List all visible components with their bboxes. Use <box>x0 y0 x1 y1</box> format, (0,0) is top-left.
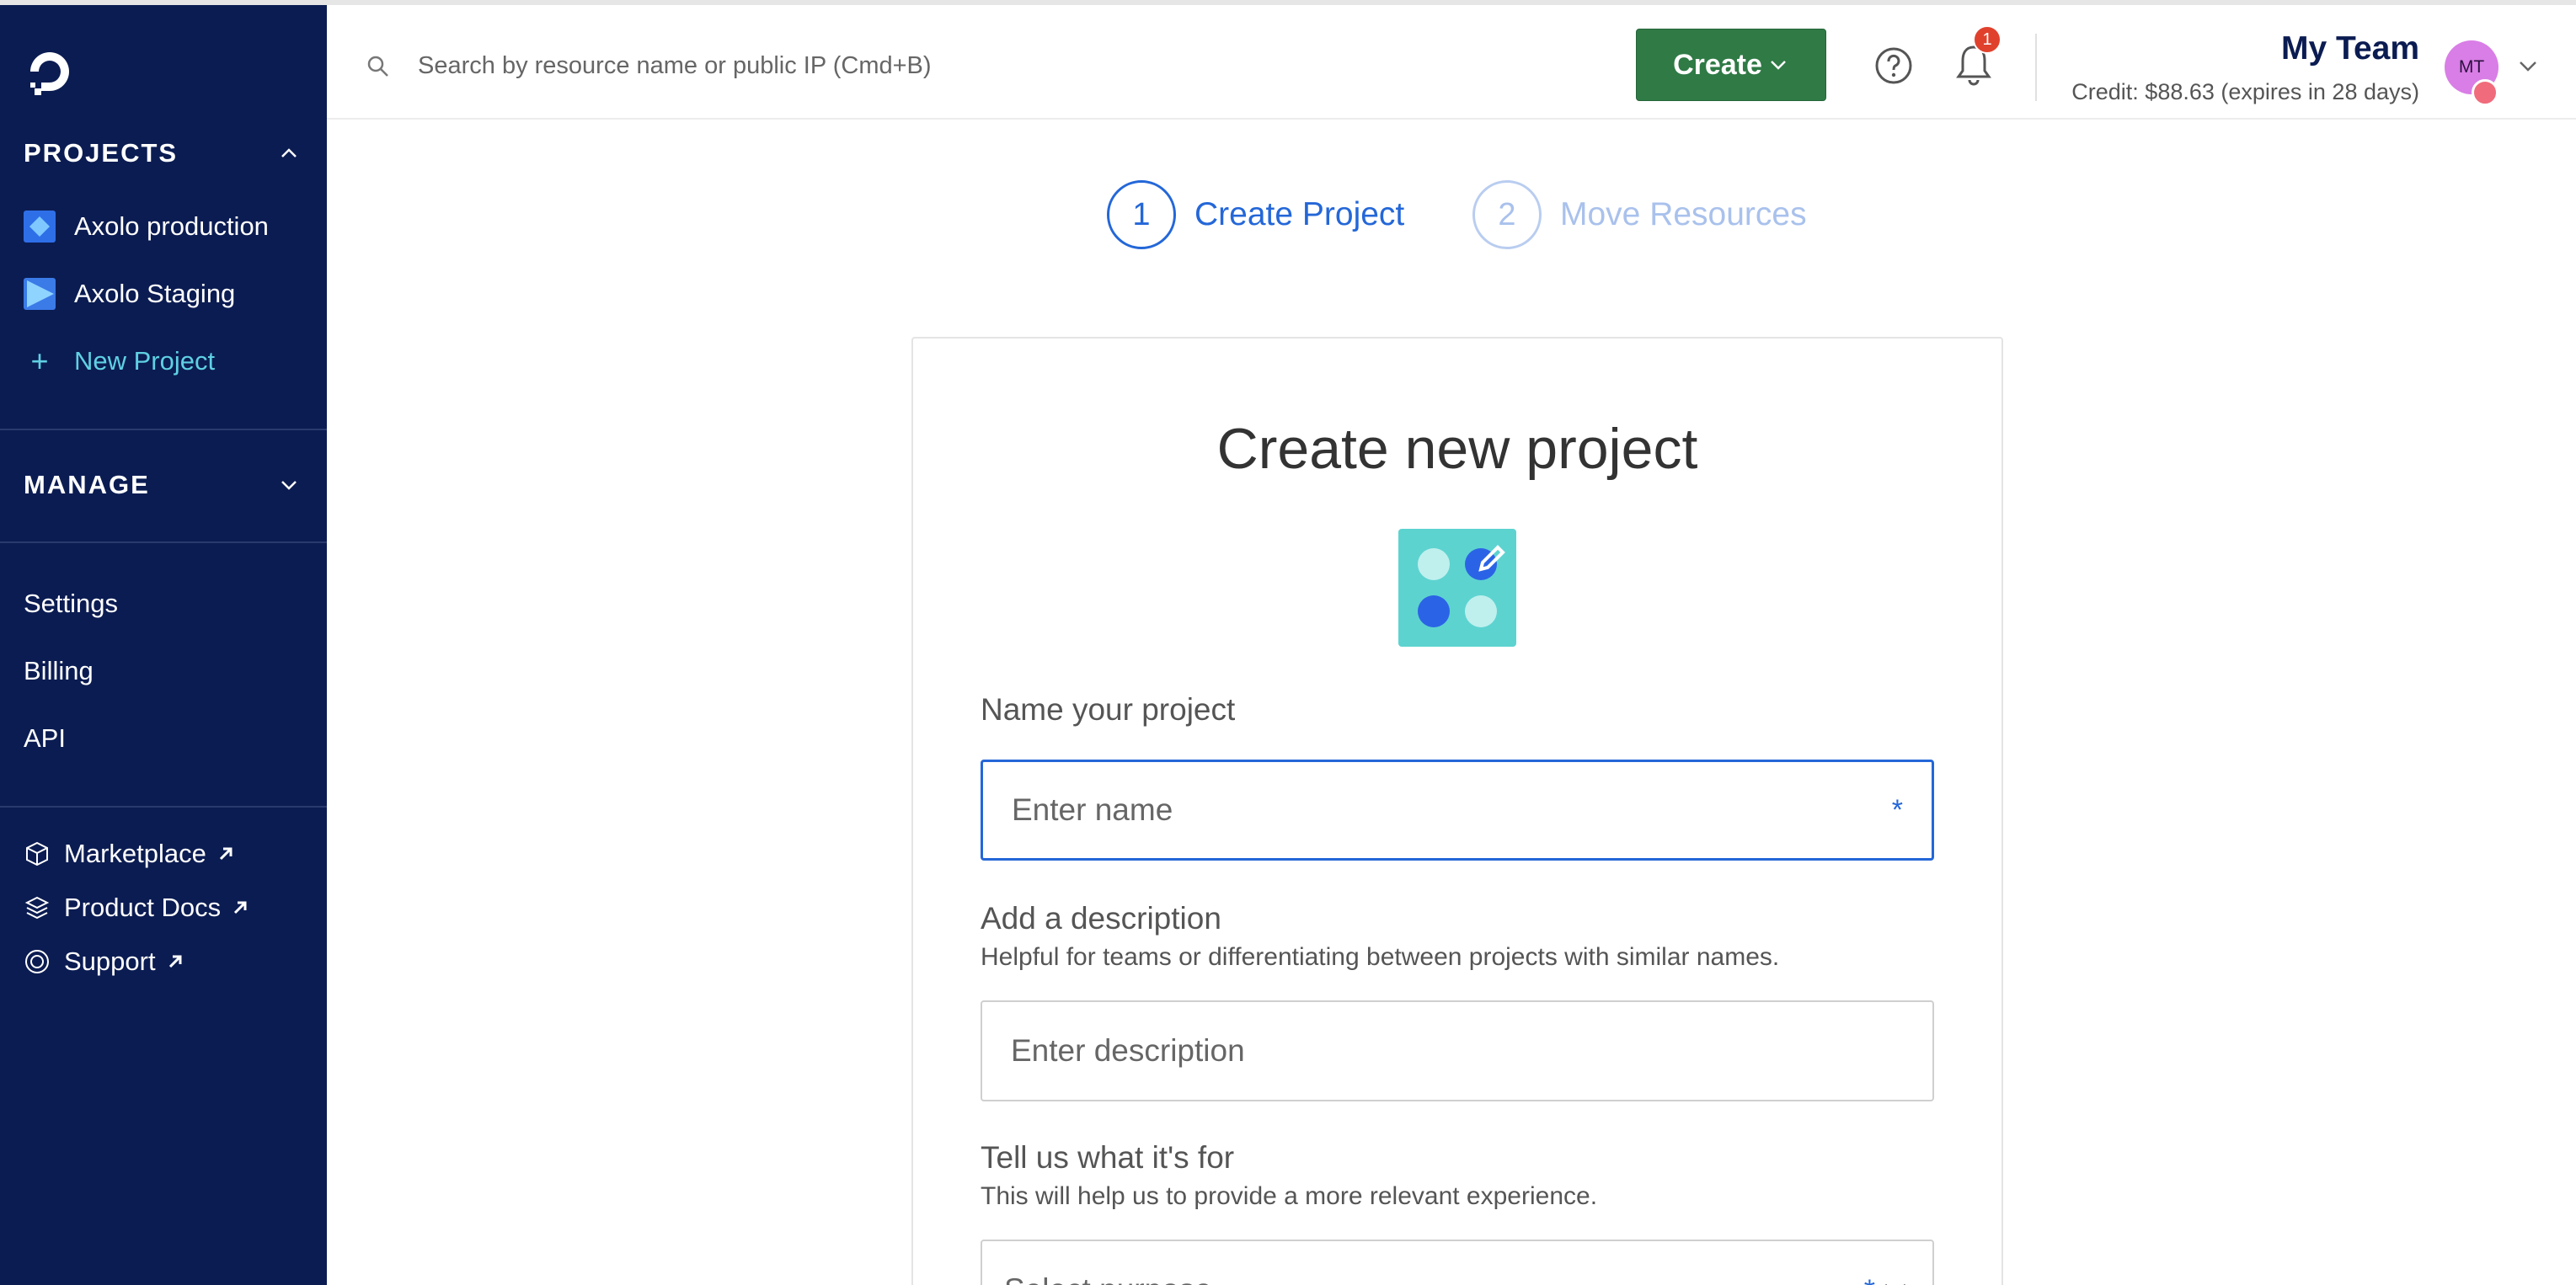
required-asterisk: * <box>1891 793 1903 826</box>
support-label: Support <box>64 946 156 976</box>
external-link-arrow-icon <box>219 847 232 861</box>
name-input[interactable] <box>1012 792 1885 828</box>
sidebar-project-axolo-production[interactable]: Axolo production <box>24 203 269 250</box>
sidebar-item-marketplace[interactable]: Marketplace <box>24 839 235 869</box>
digitalocean-logo-icon[interactable] <box>24 45 76 98</box>
new-project-label: New Project <box>74 346 216 376</box>
credit-info: Credit: $88.63 (expires in 28 days) <box>2071 79 2419 104</box>
plus-icon: + <box>30 344 49 378</box>
notification-badge: 1 <box>1973 25 2001 54</box>
marketplace-label: Marketplace <box>64 839 206 868</box>
triangle-icon <box>24 278 56 310</box>
sidebar-project-axolo-staging[interactable]: Axolo Staging <box>24 270 235 317</box>
product-docs-label: Product Docs <box>64 893 222 922</box>
description-input[interactable] <box>1011 1033 1904 1069</box>
chevron-down-icon <box>1885 1283 1905 1285</box>
chevron-down-icon <box>281 481 297 490</box>
projects-section-toggle[interactable]: PROJECTS <box>24 132 310 174</box>
sidebar-divider <box>0 806 327 808</box>
description-label: Add a description <box>981 901 1221 936</box>
create-button[interactable]: Create <box>1636 29 1826 101</box>
app-window: PROJECTS Axolo production Axolo Staging … <box>0 0 2576 1285</box>
projects-heading: PROJECTS <box>24 138 179 168</box>
cube-icon <box>26 841 48 866</box>
name-field[interactable]: * <box>981 760 1934 861</box>
sidebar-project-label: Axolo production <box>74 211 269 241</box>
new-project-link[interactable]: + New Project <box>24 338 215 385</box>
diamond-icon <box>24 211 56 243</box>
manage-section-toggle[interactable]: MANAGE <box>24 464 310 506</box>
manage-heading: MANAGE <box>24 470 150 499</box>
description-field[interactable] <box>981 1000 1934 1101</box>
step-label: Create Project <box>1194 196 1405 232</box>
purpose-label: Tell us what it's for <box>981 1140 1235 1175</box>
help-icon[interactable] <box>1873 45 1914 86</box>
search-icon <box>367 56 388 77</box>
step-number: 1 <box>1107 180 1176 249</box>
project-edit-icon <box>1398 529 1516 647</box>
layers-icon <box>24 896 50 920</box>
step-create-project: 1 Create Project <box>1107 179 1404 251</box>
chevron-down-icon <box>1771 61 1786 70</box>
team-name[interactable]: My Team <box>2281 30 2419 67</box>
sidebar-divider <box>0 429 327 430</box>
purpose-select-value: Select purpose <box>1004 1272 1857 1285</box>
lifebuoy-icon <box>25 950 49 973</box>
sidebar-item-api[interactable]: API <box>24 723 66 754</box>
search-input[interactable] <box>418 40 1344 91</box>
external-link-arrow-icon <box>234 901 247 914</box>
step-move-resources: 2 Move Resources <box>1472 179 1807 251</box>
required-asterisk: * <box>1864 1274 1875 1285</box>
step-number: 2 <box>1472 180 1542 249</box>
chevron-up-icon <box>281 148 297 157</box>
chevron-down-icon[interactable] <box>2515 54 2541 79</box>
avatar-status-dot <box>2472 79 2499 106</box>
sidebar-item-settings[interactable]: Settings <box>24 589 118 619</box>
external-link-arrow-icon <box>168 955 182 968</box>
create-project-card: Create new project Name your project * A… <box>911 337 2003 1285</box>
name-label: Name your project <box>981 692 1236 727</box>
purpose-select[interactable]: Select purpose * <box>981 1240 1934 1285</box>
step-label: Move Resources <box>1560 196 1807 232</box>
sidebar: PROJECTS Axolo production Axolo Staging … <box>0 5 327 1285</box>
sidebar-item-support[interactable]: Support <box>24 946 184 977</box>
purpose-help: This will help us to provide a more rele… <box>981 1182 1598 1210</box>
sidebar-item-billing[interactable]: Billing <box>24 656 94 686</box>
create-button-label: Create <box>1673 48 1762 81</box>
page-title: Create new project <box>1216 417 1698 481</box>
sidebar-divider <box>0 541 327 543</box>
description-help: Helpful for teams or differentiating bet… <box>981 943 1780 971</box>
sidebar-project-label: Axolo Staging <box>74 279 236 308</box>
top-bar: Create 1 My Team Credit: $88.63 (expires… <box>327 5 2576 120</box>
topbar-divider <box>2035 34 2037 101</box>
sidebar-item-product-docs[interactable]: Product Docs <box>24 893 249 923</box>
